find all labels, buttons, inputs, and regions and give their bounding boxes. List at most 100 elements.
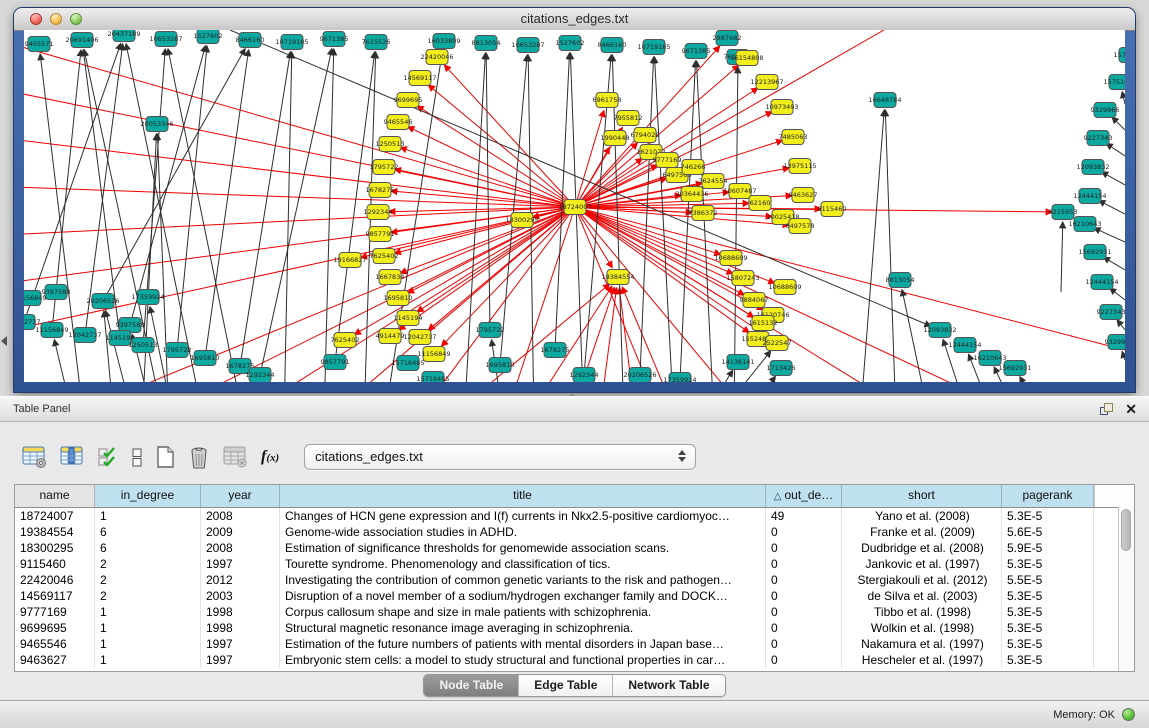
network-node[interactable]: 1678275 bbox=[366, 183, 395, 198]
network-edge[interactable] bbox=[1061, 222, 1063, 292]
network-node[interactable]: 9329966 bbox=[1105, 335, 1125, 350]
network-node[interactable]: 12444154 bbox=[1073, 189, 1106, 204]
network-node[interactable]: 1695810 bbox=[486, 358, 515, 373]
network-node[interactable]: 2522547 bbox=[763, 336, 792, 351]
table-options-icon[interactable] bbox=[22, 446, 47, 468]
network-node[interactable]: 1667834 bbox=[376, 270, 405, 285]
collapse-left-panel-icon[interactable] bbox=[1, 336, 7, 346]
network-node[interactable]: 20437189 bbox=[107, 30, 140, 42]
scrollbar-thumb[interactable] bbox=[1121, 509, 1131, 551]
network-edge[interactable] bbox=[655, 57, 674, 382]
network-edge[interactable] bbox=[640, 57, 654, 375]
table-cell[interactable]: 5.5E-5 bbox=[1002, 572, 1094, 588]
table-cell[interactable]: 49 bbox=[766, 508, 842, 524]
table-cell[interactable]: 1 bbox=[95, 604, 201, 620]
table-row[interactable]: 1938455462009Genome-wide association stu… bbox=[15, 524, 1134, 540]
network-node[interactable]: 1250513 bbox=[376, 137, 405, 152]
table-cell[interactable]: 5.3E-5 bbox=[1002, 652, 1094, 668]
table-row[interactable]: 2242004622012Investigating the contribut… bbox=[15, 572, 1134, 588]
network-edge[interactable] bbox=[1117, 320, 1125, 330]
network-edge[interactable] bbox=[885, 110, 896, 382]
table-cell[interactable]: 2 bbox=[95, 588, 201, 604]
table-cell[interactable]: 2008 bbox=[201, 508, 280, 524]
network-edge[interactable] bbox=[103, 49, 245, 301]
network-node[interactable]: 16033809 bbox=[427, 34, 460, 49]
network-node[interactable]: 1527602 bbox=[194, 30, 223, 44]
network-node[interactable]: 8813054 bbox=[472, 36, 501, 51]
table-row[interactable]: 911546021997Tourette syndrome. Phenomeno… bbox=[15, 556, 1134, 572]
table-row[interactable]: 1830029562008Estimation of significance … bbox=[15, 540, 1134, 556]
network-node[interactable]: 1678275 bbox=[541, 343, 570, 358]
table-cell[interactable]: 5.3E-5 bbox=[1002, 620, 1094, 636]
table-cell[interactable]: 2012 bbox=[201, 572, 280, 588]
table-cell[interactable]: Dudbridge et al. (2008) bbox=[842, 540, 1002, 556]
network-edge[interactable] bbox=[24, 86, 575, 207]
column-header-pagerank[interactable]: pagerank bbox=[1002, 485, 1094, 507]
table-cell[interactable]: 0 bbox=[766, 588, 842, 604]
network-node[interactable]: 6794028 bbox=[631, 128, 660, 143]
network-edge[interactable] bbox=[1020, 377, 1045, 382]
table-cell[interactable]: 1997 bbox=[201, 652, 280, 668]
table-cell[interactable]: 0 bbox=[766, 556, 842, 572]
table-cell[interactable]: 2008 bbox=[201, 540, 280, 556]
network-edge[interactable] bbox=[324, 49, 334, 382]
delete-table-icon[interactable] bbox=[188, 446, 210, 469]
table-cell[interactable]: 2 bbox=[95, 556, 201, 572]
network-node[interactable]: 9465546 bbox=[384, 115, 413, 130]
network-node[interactable]: 7625402 bbox=[331, 333, 360, 348]
table-cell[interactable]: 9463627 bbox=[15, 652, 95, 668]
network-node[interactable]: 18300295 bbox=[505, 213, 538, 228]
tab-node-table[interactable]: Node Table bbox=[424, 675, 519, 696]
network-node[interactable]: 15692931 bbox=[998, 361, 1031, 376]
network-edge[interactable] bbox=[442, 207, 575, 346]
column-header-short[interactable]: short bbox=[842, 485, 1002, 507]
table-cell[interactable]: Estimation of significance thresholds fo… bbox=[280, 540, 766, 556]
network-node[interactable]: 1292344 bbox=[364, 205, 393, 220]
column-header-title[interactable]: title bbox=[280, 485, 766, 507]
table-cell[interactable]: Tourette syndrome. Phenomenology and cla… bbox=[280, 556, 766, 572]
network-node[interactable]: 1795722 bbox=[163, 343, 192, 358]
network-edge[interactable] bbox=[575, 207, 744, 295]
network-node[interactable]: 10653287 bbox=[511, 38, 544, 53]
table-cell[interactable]: 1 bbox=[95, 636, 201, 652]
table-row[interactable]: 946362711997Embryonic stem cells: a mode… bbox=[15, 652, 1134, 668]
network-node[interactable]: 7625402 bbox=[370, 249, 399, 264]
network-node[interactable]: 14136141 bbox=[721, 355, 754, 370]
table-cell[interactable]: 5.6E-5 bbox=[1002, 524, 1094, 540]
table-cell[interactable]: Tibbo et al. (1998) bbox=[842, 604, 1002, 620]
table-cell[interactable]: 5.3E-5 bbox=[1002, 588, 1094, 604]
network-edge[interactable] bbox=[24, 36, 575, 207]
network-node[interactable]: 12213967 bbox=[750, 75, 783, 90]
table-cell[interactable]: Franke et al. (2009) bbox=[842, 524, 1002, 540]
table-cell[interactable]: Yano et al. (2008) bbox=[842, 508, 1002, 524]
table-row[interactable]: 1456911722003Disruption of a novel membe… bbox=[15, 588, 1134, 604]
network-edge[interactable] bbox=[1099, 201, 1125, 214]
network-edge[interactable] bbox=[400, 207, 575, 273]
table-vertical-scrollbar[interactable] bbox=[1118, 507, 1134, 671]
table-cell[interactable]: Embryonic stem cells: a model to study s… bbox=[280, 652, 766, 668]
table-cell[interactable]: 1997 bbox=[201, 556, 280, 572]
network-canvas[interactable]: 1872400718300295193845549405571206914062… bbox=[24, 30, 1125, 382]
network-edge[interactable] bbox=[1102, 172, 1125, 185]
network-node[interactable]: 9405571 bbox=[25, 37, 54, 52]
network-edge[interactable] bbox=[104, 311, 114, 382]
network-node[interactable]: 12042737 bbox=[403, 330, 436, 345]
network-edge[interactable] bbox=[1112, 117, 1125, 130]
table-cell[interactable]: 1 bbox=[95, 652, 201, 668]
table-cell[interactable]: 0 bbox=[766, 652, 842, 668]
table-cell[interactable]: 0 bbox=[766, 572, 842, 588]
network-edge[interactable] bbox=[54, 340, 74, 382]
network-node[interactable]: 22420046 bbox=[420, 50, 453, 65]
table-cell[interactable]: 18300295 bbox=[15, 540, 95, 556]
table-cell[interactable]: 5.3E-5 bbox=[1002, 636, 1094, 652]
table-cell[interactable]: 5.9E-5 bbox=[1002, 540, 1094, 556]
network-node[interactable]: 4914479 bbox=[376, 329, 405, 344]
network-node[interactable]: 1292344 bbox=[246, 368, 275, 383]
network-node[interactable]: 1250513 bbox=[129, 338, 158, 353]
network-node[interactable]: 9671385 bbox=[320, 32, 349, 47]
network-edge[interactable] bbox=[428, 85, 575, 207]
network-node[interactable]: 7386372 bbox=[689, 206, 718, 221]
column-header-name[interactable]: name bbox=[15, 485, 95, 507]
table-cell[interactable]: 1998 bbox=[201, 604, 280, 620]
column-header-in-degree[interactable]: in_degree bbox=[95, 485, 201, 507]
